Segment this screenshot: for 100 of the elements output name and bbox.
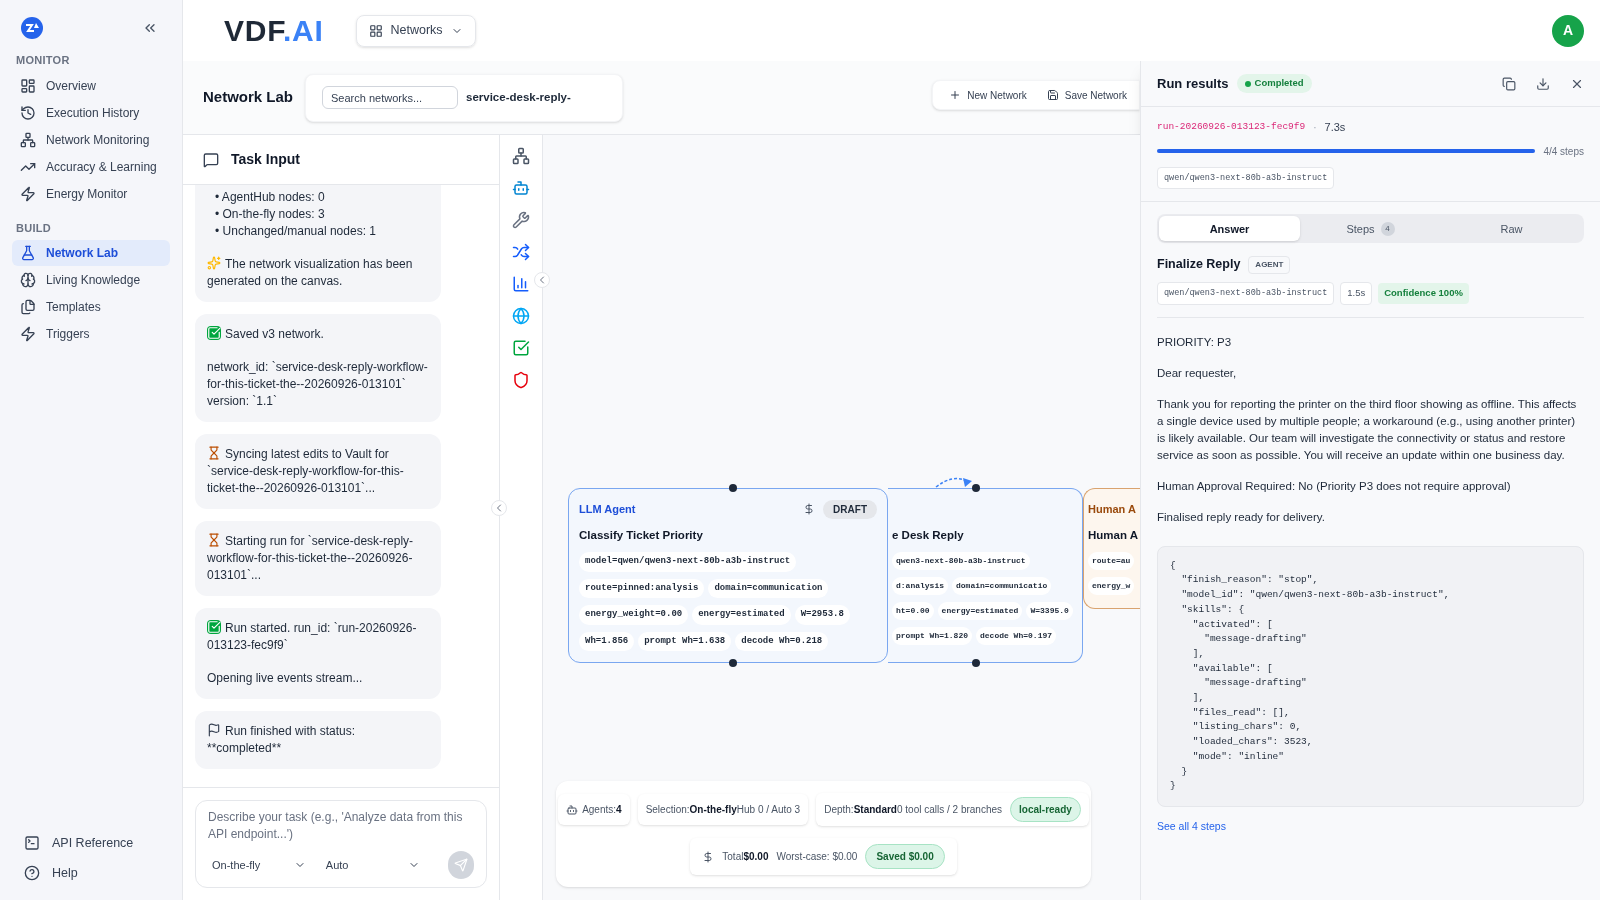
node-palette-button[interactable] (512, 371, 530, 389)
globe-icon (512, 307, 530, 325)
node-palette-button[interactable] (512, 307, 530, 325)
node-tag: route=au (1088, 552, 1135, 571)
sidebar-item[interactable]: Overview (12, 72, 170, 99)
plus-icon (949, 89, 962, 101)
node-tag: d:analysis (892, 577, 948, 596)
node-tag: W=2953.8 (794, 605, 850, 625)
toolbar-button[interactable]: New Network (949, 87, 1027, 103)
page-title: Network Lab (203, 87, 294, 108)
node-tag: prompt Wh=1.820 (892, 627, 972, 646)
shuffle-icon (512, 243, 530, 261)
node-type: LLM Agent (579, 501, 636, 517)
answer-text: Dear requester, (1157, 365, 1238, 381)
copy-button[interactable] (1502, 76, 1516, 91)
bullet-text: • Unchanged/manual nodes: 1 (215, 223, 377, 240)
message-text: Saved v3 network. (207, 326, 429, 343)
bar-chart-icon (512, 275, 530, 293)
mode-select[interactable]: On-the-fly (208, 856, 310, 874)
composer-placeholder: Describe your task (e.g., 'Analyze data from this API endpoint...') (208, 809, 464, 843)
node-tag: domain=communicatio (952, 577, 1052, 596)
networks-dropdown[interactable]: Networks (355, 14, 476, 47)
lightning-icon (20, 326, 36, 342)
sidebar-item[interactable]: Templates (12, 294, 170, 320)
depth-select[interactable]: Auto (321, 856, 424, 874)
palette-toggle[interactable] (534, 272, 550, 288)
model-tag: qwen/qwen3-next-80b-a3b-instruct (1157, 166, 1335, 190)
chat-icon (203, 151, 219, 168)
answer-text: PRIORITY: P3 (1157, 334, 1233, 350)
node-palette-button[interactable] (512, 243, 530, 261)
node-type: Human A (1088, 501, 1136, 517)
selection-stat: Selection:On-the-flyHub 0 / Auto 3 (637, 794, 809, 825)
sidebar-item[interactable]: Execution History (12, 99, 170, 126)
model-tag: qwen/qwen3-next-80b-a3b-instruct (1157, 282, 1335, 305)
logo-icon (20, 16, 44, 40)
sidebar-item[interactable]: Triggers (12, 321, 170, 347)
section-heading: MONITOR (15, 53, 71, 68)
node-palette-button[interactable] (512, 147, 530, 165)
footer-link[interactable]: Help (12, 858, 170, 888)
node-tag: prompt Wh=1.638 (638, 631, 732, 652)
bullet-text: • On-the-fly nodes: 3 (215, 206, 326, 223)
status-badge: local-ready (1010, 797, 1081, 822)
node-tag: energy_w (1088, 577, 1135, 596)
flask-icon (20, 245, 36, 261)
node-tag: energy=estimated (937, 602, 1023, 621)
search-field[interactable]: Search networks... (322, 86, 458, 109)
node-tag: energy=estimated (692, 605, 791, 625)
node-tag: qwen3-next-80b-a3b-instruct (892, 552, 1030, 571)
node-palette-button[interactable] (512, 275, 530, 293)
wrench-icon (512, 211, 530, 229)
node-title: Classify Ticket Priority (579, 528, 703, 543)
hourglass-icon (207, 446, 221, 460)
progress-label: 4/4 steps (1543, 144, 1584, 159)
result-tab[interactable]: Answer (1159, 216, 1300, 242)
node-palette-button[interactable] (512, 339, 530, 357)
dashboard-icon (20, 77, 36, 94)
sidebar-item[interactable]: Accuracy & Learning (12, 153, 170, 180)
node-handle[interactable] (729, 484, 737, 492)
toolbar-button[interactable]: Save Network (1046, 87, 1127, 103)
brand-logo: VDF.AI (224, 15, 324, 46)
answer-text: Human Approval Required: No (Priority P3 does not require approval) (1157, 478, 1512, 494)
see-all-link[interactable]: See all 4 steps (1157, 819, 1584, 835)
result-tab[interactable]: Steps 4 (1300, 216, 1441, 242)
dollar-icon (702, 850, 715, 863)
task-composer[interactable]: Describe your task (e.g., 'Analyze data from this API endpoint...') On-the-fly Auto (195, 800, 487, 888)
flag-icon (207, 723, 221, 737)
check-icon (207, 620, 221, 634)
node-palette-button[interactable] (512, 211, 530, 229)
sidebar-item[interactable]: Network Lab (12, 240, 170, 266)
node-tag: domain=communication (708, 578, 829, 599)
footer-link[interactable]: API Reference (12, 828, 170, 858)
hourglass-icon (207, 533, 221, 547)
node-handle[interactable] (972, 484, 980, 492)
node-tag: Wh=1.856 (579, 631, 635, 652)
agent-node[interactable]: Human A Human A route=au energy_w (1083, 488, 1140, 609)
panel-title: Task Input (231, 150, 300, 169)
message-text: Run started. run_id: `run-20260926-013123-fec9f9` (207, 620, 418, 654)
sparkles-icon (207, 256, 221, 270)
confidence-badge: Confidence 100% (1378, 283, 1469, 304)
answer-text: Thank you for reporting the printer on the third floor showing as offline. This affects a single device used by multiple people; a workaround (e.g., using another printer) is likely available. Our team will investigate the connectivity or status and restore service as soon as possible. You will receive an update within one business day. (1157, 396, 1578, 463)
download-button[interactable] (1536, 76, 1550, 91)
node-tag: model=qwen/qwen3-next-80b-a3b-instruct (579, 552, 797, 572)
result-tab[interactable]: Raw (1441, 216, 1582, 242)
sidebar-item[interactable]: Energy Monitor (12, 180, 170, 207)
node-handle[interactable] (972, 659, 980, 667)
node-title: e Desk Reply (892, 528, 964, 543)
terminal-icon (24, 835, 40, 851)
robot-icon (566, 803, 579, 816)
node-palette-button[interactable] (512, 179, 530, 197)
answer-text: Finalised reply ready for delivery. (1157, 509, 1326, 525)
sidebar-item[interactable]: Living Knowledge (12, 267, 170, 293)
node-tag: energy_weight=0.00 (579, 605, 689, 625)
node-tag: ht=0.00 (892, 602, 934, 621)
message-text: Syncing latest edits to Vault for `service-desk-reply-workflow-for-this-ticket-the--20260926-013101`... (207, 446, 405, 497)
robot-icon (512, 179, 530, 197)
node-tag: route=pinned:analysis (579, 578, 705, 599)
grid-icon (368, 23, 383, 38)
message-text: Run finished with status: **completed** (207, 723, 357, 757)
node-handle[interactable] (729, 659, 737, 667)
sidebar-item[interactable]: Network Monitoring (12, 126, 170, 153)
